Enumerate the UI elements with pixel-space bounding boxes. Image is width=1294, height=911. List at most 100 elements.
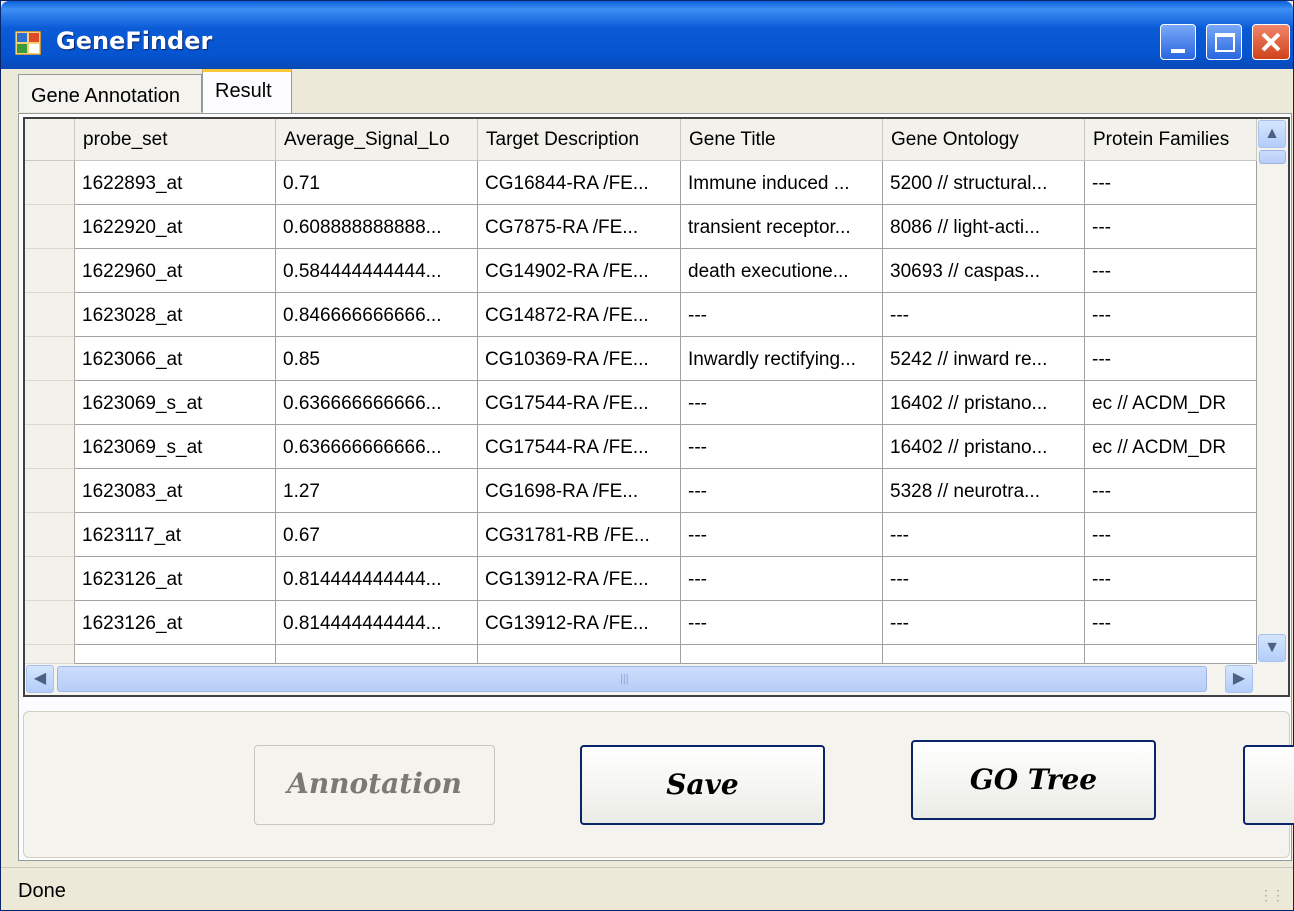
- cell-protein-families[interactable]: ---: [1085, 601, 1257, 645]
- cell-average-signal[interactable]: 0.814444444444...: [276, 557, 478, 601]
- cell-gene-title[interactable]: ---: [681, 425, 883, 469]
- row-header[interactable]: [25, 557, 75, 601]
- cell-gene-title[interactable]: ---: [681, 601, 883, 645]
- cell-gene-ontology[interactable]: 16402 // pristano...: [883, 381, 1085, 425]
- cell-average-signal[interactable]: 0.636666666666...: [276, 381, 478, 425]
- cell-probe-set[interactable]: 1623066_at: [75, 337, 276, 381]
- column-header-average-signal[interactable]: Average_Signal_Lo: [276, 119, 478, 161]
- cell-gene-ontology[interactable]: 8086 // light-acti...: [883, 205, 1085, 249]
- row-header[interactable]: [25, 249, 75, 293]
- cell-gene-title[interactable]: Inwardly rectifying...: [681, 337, 883, 381]
- save-button[interactable]: Save: [580, 745, 825, 825]
- horizontal-scrollbar[interactable]: ◀ ||| ▶: [25, 664, 1288, 695]
- cell-average-signal[interactable]: 0.71: [276, 161, 478, 205]
- cell-target-description[interactable]: [478, 645, 681, 664]
- cell-gene-ontology[interactable]: 16402 // pristano...: [883, 425, 1085, 469]
- row-header[interactable]: [25, 381, 75, 425]
- cell-target-description[interactable]: CG14902-RA /FE...: [478, 249, 681, 293]
- cell-protein-families[interactable]: ---: [1085, 205, 1257, 249]
- cell-average-signal[interactable]: 0.846666666666...: [276, 293, 478, 337]
- title-bar[interactable]: GeneFinder: [1, 1, 1293, 69]
- scroll-up-button[interactable]: ▲: [1258, 120, 1286, 148]
- column-header-protein-families[interactable]: Protein Families: [1085, 119, 1257, 161]
- cell-target-description[interactable]: CG17544-RA /FE...: [478, 425, 681, 469]
- cell-gene-title[interactable]: ---: [681, 293, 883, 337]
- cell-gene-title[interactable]: transient receptor...: [681, 205, 883, 249]
- cell-gene-title[interactable]: death executione...: [681, 249, 883, 293]
- cell-gene-ontology[interactable]: 30693 // caspas...: [883, 249, 1085, 293]
- cell-target-description[interactable]: CG17544-RA /FE...: [478, 381, 681, 425]
- tab-result[interactable]: Result: [202, 69, 292, 114]
- scroll-right-button[interactable]: ▶: [1225, 665, 1253, 693]
- cell-probe-set[interactable]: 1623069_s_at: [75, 425, 276, 469]
- cell-protein-families[interactable]: ec // ACDM_DR: [1085, 425, 1257, 469]
- cell-probe-set[interactable]: 1623117_at: [75, 513, 276, 557]
- row-header[interactable]: [25, 293, 75, 337]
- cell-probe-set[interactable]: [75, 645, 276, 664]
- row-header[interactable]: [25, 645, 75, 664]
- annotation-button[interactable]: Annotation: [254, 745, 495, 825]
- cell-target-description[interactable]: CG13912-RA /FE...: [478, 557, 681, 601]
- row-header[interactable]: [25, 337, 75, 381]
- cell-gene-title[interactable]: ---: [681, 469, 883, 513]
- cell-average-signal[interactable]: 0.636666666666...: [276, 425, 478, 469]
- cell-average-signal[interactable]: 0.67: [276, 513, 478, 557]
- maximize-button[interactable]: [1206, 24, 1242, 60]
- cell-average-signal[interactable]: 0.608888888888...: [276, 205, 478, 249]
- cell-gene-ontology[interactable]: 5242 // inward re...: [883, 337, 1085, 381]
- cell-average-signal[interactable]: 0.814444444444...: [276, 601, 478, 645]
- cell-target-description[interactable]: CG31781-RB /FE...: [478, 513, 681, 557]
- cell-probe-set[interactable]: 1622960_at: [75, 249, 276, 293]
- resize-grip-icon[interactable]: ⋮⋮: [1259, 887, 1285, 904]
- cell-gene-title[interactable]: Immune induced ...: [681, 161, 883, 205]
- cell-probe-set[interactable]: 1623126_at: [75, 601, 276, 645]
- cell-protein-families[interactable]: ---: [1085, 161, 1257, 205]
- row-header[interactable]: [25, 513, 75, 557]
- scroll-left-button[interactable]: ◀: [26, 665, 54, 693]
- cell-probe-set[interactable]: 1623028_at: [75, 293, 276, 337]
- cell-target-description[interactable]: CG1698-RA /FE...: [478, 469, 681, 513]
- cell-protein-families[interactable]: ---: [1085, 513, 1257, 557]
- cell-protein-families[interactable]: [1085, 645, 1257, 664]
- cell-probe-set[interactable]: 1622893_at: [75, 161, 276, 205]
- cell-probe-set[interactable]: 1623126_at: [75, 557, 276, 601]
- tab-gene-annotation[interactable]: Gene Annotation: [18, 74, 202, 112]
- cell-target-description[interactable]: CG7875-RA /FE...: [478, 205, 681, 249]
- cell-probe-set[interactable]: 1622920_at: [75, 205, 276, 249]
- cell-probe-set[interactable]: 1623083_at: [75, 469, 276, 513]
- cell-protein-families[interactable]: ---: [1085, 249, 1257, 293]
- cell-gene-ontology[interactable]: ---: [883, 513, 1085, 557]
- results-grid[interactable]: probe_set Average_Signal_Lo Target Descr…: [23, 117, 1290, 697]
- row-header[interactable]: [25, 205, 75, 249]
- cell-gene-title[interactable]: ---: [681, 381, 883, 425]
- column-header-gene-ontology[interactable]: Gene Ontology: [883, 119, 1085, 161]
- cell-probe-set[interactable]: 1623069_s_at: [75, 381, 276, 425]
- cell-protein-families[interactable]: ---: [1085, 293, 1257, 337]
- cell-protein-families[interactable]: ---: [1085, 557, 1257, 601]
- cell-protein-families[interactable]: ec // ACDM_DR: [1085, 381, 1257, 425]
- cell-gene-ontology[interactable]: ---: [883, 601, 1085, 645]
- cell-gene-ontology[interactable]: ---: [883, 557, 1085, 601]
- cell-gene-ontology[interactable]: 5200 // structural...: [883, 161, 1085, 205]
- column-header-target-description[interactable]: Target Description: [478, 119, 681, 161]
- cell-gene-title[interactable]: [681, 645, 883, 664]
- column-header-probe-set[interactable]: probe_set: [75, 119, 276, 161]
- horizontal-scroll-thumb[interactable]: |||: [57, 666, 1207, 692]
- cell-protein-families[interactable]: ---: [1085, 337, 1257, 381]
- cell-target-description[interactable]: CG10369-RA /FE...: [478, 337, 681, 381]
- cell-average-signal[interactable]: 0.584444444444...: [276, 249, 478, 293]
- cell-protein-families[interactable]: ---: [1085, 469, 1257, 513]
- row-header[interactable]: [25, 161, 75, 205]
- more-button[interactable]: [1243, 745, 1294, 825]
- row-header[interactable]: [25, 601, 75, 645]
- row-header[interactable]: [25, 469, 75, 513]
- minimize-button[interactable]: [1160, 24, 1196, 60]
- vertical-scrollbar[interactable]: ▲ ▼: [1257, 119, 1288, 664]
- cell-gene-title[interactable]: ---: [681, 557, 883, 601]
- row-header[interactable]: [25, 425, 75, 469]
- cell-target-description[interactable]: CG16844-RA /FE...: [478, 161, 681, 205]
- column-header-gene-title[interactable]: Gene Title: [681, 119, 883, 161]
- cell-average-signal[interactable]: 0.85: [276, 337, 478, 381]
- cell-target-description[interactable]: CG13912-RA /FE...: [478, 601, 681, 645]
- cell-target-description[interactable]: CG14872-RA /FE...: [478, 293, 681, 337]
